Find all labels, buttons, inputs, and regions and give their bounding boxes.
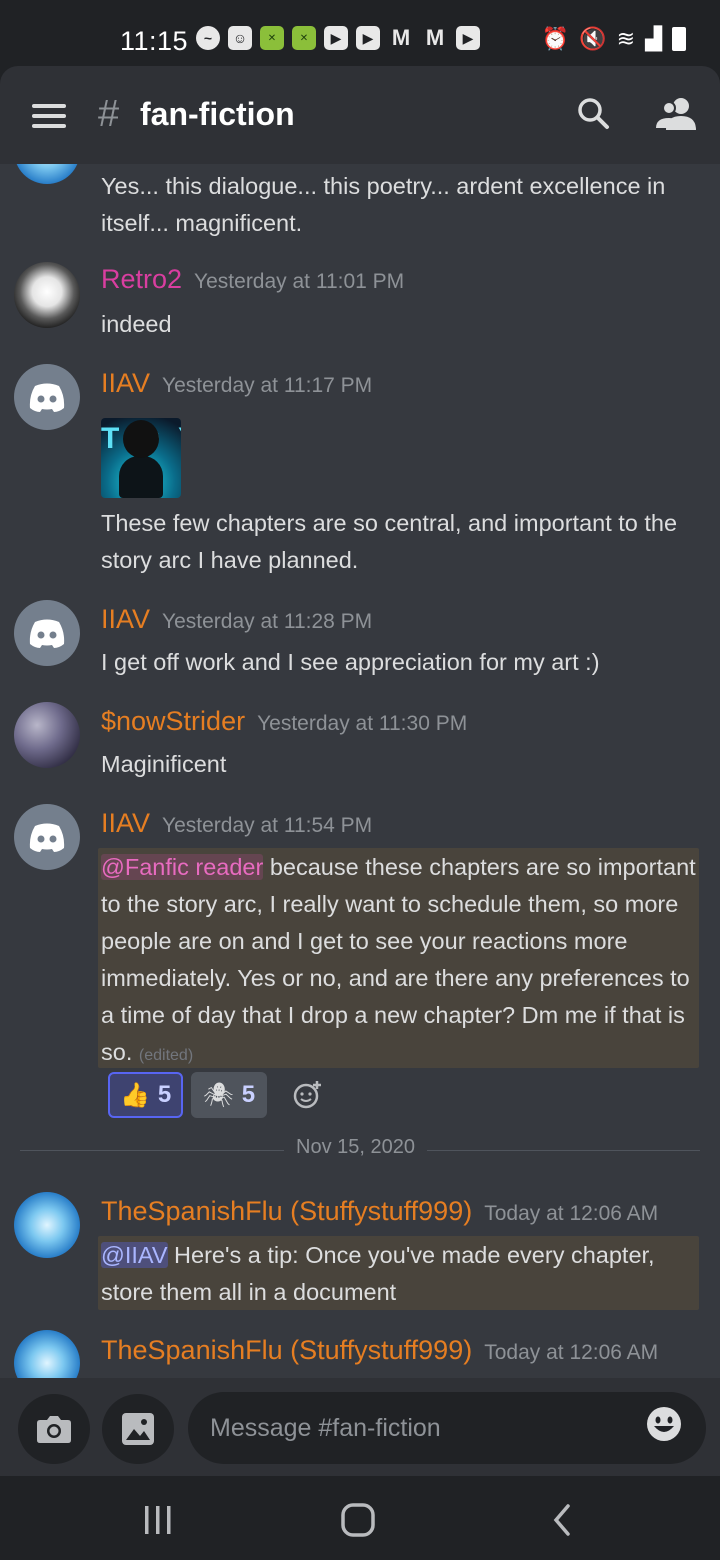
message-text: indeed — [101, 311, 172, 337]
message-body: because these chapters are so important … — [101, 854, 696, 1065]
user-mention[interactable]: @Fanfic reader — [101, 854, 264, 880]
camera-icon — [37, 1416, 71, 1443]
members-icon[interactable] — [656, 96, 698, 130]
youtube-icon: ▶ — [456, 26, 480, 50]
status-time: 11:15 — [120, 26, 189, 56]
messenger-icon: ~ — [196, 26, 220, 50]
message-text: Maginificent — [101, 751, 227, 777]
battery-icon — [672, 27, 686, 51]
avatar[interactable] — [14, 164, 80, 184]
message-text: @Fanfic reader because these chapters ar… — [101, 849, 697, 1074]
message-text: These few chapters are so central, and i… — [101, 510, 678, 573]
gmail-icon: M — [391, 25, 411, 50]
gallery-button[interactable] — [102, 1394, 174, 1464]
timestamp: Yesterday at 11:28 PM — [162, 610, 373, 633]
date-divider: Nov 15, 2020 — [284, 1136, 427, 1159]
message-text: @IIAV Here's a tip: Once you've made eve… — [101, 1237, 697, 1311]
wifi-icon: ≋ — [616, 26, 636, 51]
channel-header: # fan-fiction — [0, 66, 720, 164]
game-icon: ✕ — [292, 26, 316, 50]
signal-icon: ▟ — [645, 26, 662, 51]
timestamp: Yesterday at 11:30 PM — [257, 712, 468, 735]
timestamp: Yesterday at 11:01 PM — [194, 270, 405, 293]
message-list[interactable]: Yes... this dialogue... this poetry... a… — [0, 164, 720, 1378]
message-composer — [0, 1378, 720, 1476]
username[interactable]: TheSpanishFlu (Stuffystuff999) — [101, 1196, 472, 1227]
avatar[interactable] — [14, 1192, 80, 1258]
custom-emoji-icon: 🕷 — [203, 1081, 234, 1109]
reaction-thumbs-up[interactable]: 👍 5 — [108, 1072, 184, 1118]
username[interactable]: $nowStrider — [101, 706, 245, 737]
back-icon[interactable] — [542, 1500, 582, 1540]
channel-name: fan-fiction — [140, 96, 295, 132]
username[interactable]: Retro2 — [101, 264, 182, 295]
add-reaction-icon[interactable] — [293, 1080, 323, 1110]
gmail-icon: M — [425, 25, 445, 50]
system-nav-bar — [0, 1476, 720, 1560]
youtube-icon: ▶ — [356, 26, 380, 50]
avatar[interactable] — [14, 1330, 80, 1378]
avatar[interactable] — [14, 364, 80, 430]
avatar[interactable] — [14, 262, 80, 328]
reactions: 👍 5 🕷 5 — [108, 1072, 323, 1118]
system-icons: ⏰ 🔇 ≋ ▟ — [542, 26, 686, 52]
edited-label: (edited) — [138, 1047, 194, 1064]
message-input[interactable] — [188, 1392, 706, 1464]
camera-button[interactable] — [18, 1394, 90, 1464]
reaction-count: 5 — [157, 1081, 172, 1108]
status-bar: 11:15 ~ ☺ ✕ ✕ ▶ ▶ M M ▶ ⏰ 🔇 ≋ ▟ — [0, 0, 720, 66]
discord-logo-icon — [29, 619, 65, 648]
username[interactable]: IIAV — [101, 808, 150, 839]
image-icon — [122, 1413, 154, 1445]
username[interactable]: IIAV — [101, 604, 150, 635]
channel-hash-icon: # — [98, 93, 120, 135]
emoji-picker-icon[interactable] — [646, 1406, 682, 1442]
avatar[interactable] — [14, 702, 80, 768]
message-text: I get off work and I see appreciation fo… — [101, 649, 600, 675]
timestamp: Yesterday at 11:17 PM — [162, 374, 373, 397]
discord-logo-icon — [29, 823, 65, 852]
home-icon[interactable] — [338, 1500, 378, 1540]
thumbs-up-icon: 👍 — [120, 1081, 150, 1109]
timestamp: Yesterday at 11:54 PM — [162, 814, 373, 837]
sticker[interactable]: TOY — [101, 418, 181, 498]
username[interactable]: IIAV — [101, 368, 150, 399]
message-text: Yes... this dialogue... this poetry... a… — [101, 173, 666, 236]
notification-icons: ~ ☺ ✕ ✕ ▶ ▶ M M ▶ — [196, 25, 480, 50]
menu-icon[interactable] — [32, 104, 66, 128]
avatar[interactable] — [14, 804, 80, 870]
avatar[interactable] — [14, 600, 80, 666]
discord-icon: ☺ — [228, 26, 252, 50]
youtube-icon: ▶ — [324, 26, 348, 50]
search-icon[interactable] — [576, 96, 610, 130]
reaction-count: 5 — [241, 1081, 256, 1108]
reaction-custom-emoji[interactable]: 🕷 5 — [191, 1072, 268, 1118]
mute-icon: 🔇 — [579, 26, 607, 51]
timestamp: Today at 12:06 AM — [484, 1202, 659, 1225]
game-icon: ✕ — [260, 26, 284, 50]
timestamp: Today at 12:06 AM — [484, 1341, 659, 1364]
username[interactable]: TheSpanishFlu (Stuffystuff999) — [101, 1335, 472, 1366]
discord-logo-icon — [29, 383, 65, 412]
message-body: Here's a tip: Once you've made every cha… — [101, 1242, 655, 1305]
alarm-icon: ⏰ — [541, 26, 570, 51]
recent-apps-icon[interactable] — [138, 1500, 178, 1540]
user-mention[interactable]: @IIAV — [101, 1242, 168, 1268]
